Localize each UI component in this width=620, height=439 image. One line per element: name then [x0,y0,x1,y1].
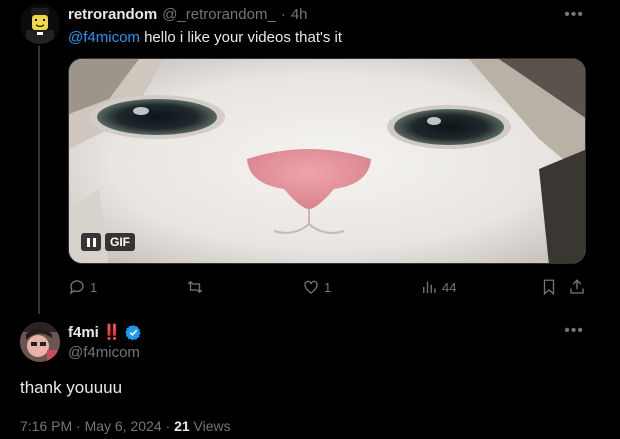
reply-count: 1 [90,279,98,295]
reply-action-bar: 1 1 44 [68,278,586,298]
bookmark-icon [543,279,555,296]
tweet-text: thank youuuu [20,378,123,397]
tweet-meta: 7:16 PM · May 6, 2024 · 21 Views [20,418,231,434]
more-options-icon[interactable]: ••• [564,6,584,24]
roblox-avatar-image [20,4,60,44]
verified-badge-icon[interactable] [124,324,142,341]
display-name[interactable]: retrorandom [68,6,157,23]
reply-text: @f4micom hello i like your videos that's… [68,29,342,46]
user-handle[interactable]: @f4micom [68,344,140,361]
reply-icon [69,280,84,295]
gif-badge[interactable]: GIF [81,233,135,251]
gif-label: GIF [105,233,135,251]
pause-icon[interactable] [81,233,101,251]
user-handle[interactable]: @_retrorandom_ [162,6,276,23]
gif-media[interactable]: GIF [68,58,586,264]
avatar[interactable] [20,4,60,44]
share-button[interactable] [568,278,586,296]
like-count: 1 [324,279,332,295]
share-icon [570,279,584,294]
views-count: 21 [174,418,190,434]
cat-gif-image [69,59,585,263]
separator-dot: · [280,6,286,23]
repost-icon [187,280,203,294]
thread-connector-line [38,46,40,314]
views-count: 44 [442,279,457,295]
like-button[interactable]: 1 [302,278,331,296]
analytics-icon [423,281,436,293]
reply-header: retrorandom @_retrorandom_ · 4h [68,6,308,23]
mention-link[interactable]: @f4micom [68,29,140,46]
timestamp[interactable]: 4h [291,6,308,23]
bookmark-button[interactable] [540,278,558,296]
avatar[interactable] [20,322,60,362]
author-name-row: f4mi ‼️ [68,323,142,341]
profile-photo [20,322,60,362]
heart-icon [304,280,318,294]
double-exclamation-emoji: ‼️ [102,324,122,341]
tweet-timestamp[interactable]: 7:16 PM · May 6, 2024 · [20,418,174,434]
reply-body: hello i like your videos that's it [139,29,343,46]
views-label: Views [189,418,231,434]
more-options-icon[interactable]: ••• [564,322,584,340]
repost-button[interactable] [186,278,208,296]
display-name[interactable]: f4mi [68,324,99,341]
reply-button[interactable]: 1 [68,278,97,296]
views-button[interactable]: 44 [420,278,456,296]
